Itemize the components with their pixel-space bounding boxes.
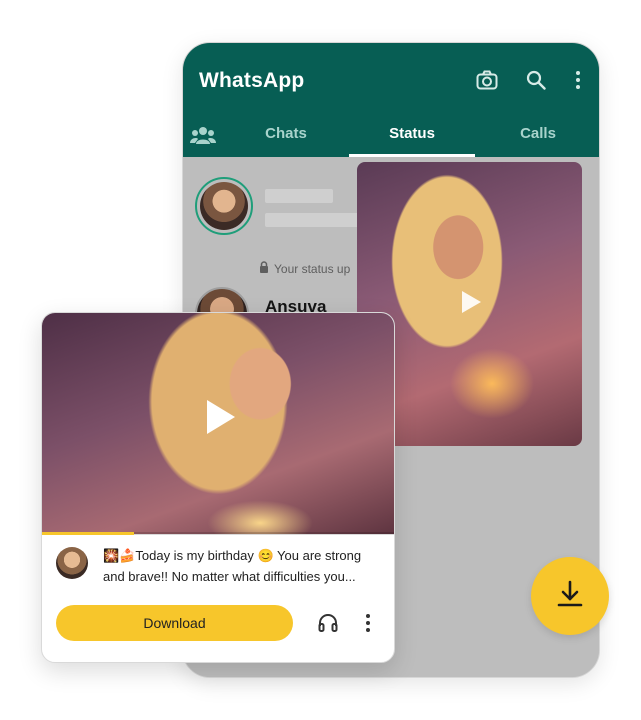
avatar: [56, 547, 88, 579]
status-privacy-notice: Your status up: [259, 261, 350, 276]
communities-icon[interactable]: [190, 125, 216, 145]
tab-bar: Chats Status Calls: [183, 119, 599, 157]
play-icon[interactable]: [198, 395, 242, 439]
camera-icon[interactable]: [474, 67, 500, 93]
app-header: WhatsApp Chats Status Calls: [183, 43, 599, 157]
status-download-card: 🎇🍰Today is my birthday 😊 You are strong …: [41, 312, 395, 663]
download-button[interactable]: Download: [56, 605, 293, 641]
tab-calls[interactable]: Calls: [493, 125, 583, 142]
play-icon[interactable]: [449, 280, 493, 324]
download-icon: [555, 579, 585, 614]
skeleton-line: [265, 189, 333, 203]
card-video-preview[interactable]: [42, 313, 394, 534]
download-fab[interactable]: [531, 557, 609, 635]
search-icon[interactable]: [523, 67, 549, 93]
tab-status[interactable]: Status: [367, 125, 457, 142]
video-progress-bar[interactable]: [42, 532, 134, 535]
tab-chats[interactable]: Chats: [241, 125, 331, 142]
sparkle-emoji-icon: 🎇: [103, 548, 120, 563]
headphones-icon[interactable]: [316, 611, 340, 635]
more-vert-icon[interactable]: [565, 67, 591, 93]
promo-stage: WhatsApp Chats Status Calls Your status …: [0, 0, 641, 720]
app-title: WhatsApp: [199, 69, 305, 92]
my-status-avatar[interactable]: [195, 177, 253, 235]
status-caption: 🎇🍰Today is my birthday 😊 You are strong …: [103, 545, 381, 587]
caption-line-1: Today is my birthday 😊 You are strong: [135, 548, 362, 563]
cake-emoji-icon: 🍰: [119, 548, 136, 563]
caption-line-2: and brave!! No matter what difficulties …: [103, 569, 356, 584]
lock-icon: [259, 261, 269, 276]
lock-notice-text: Your status up: [274, 261, 351, 276]
more-vert-icon[interactable]: [356, 611, 380, 635]
